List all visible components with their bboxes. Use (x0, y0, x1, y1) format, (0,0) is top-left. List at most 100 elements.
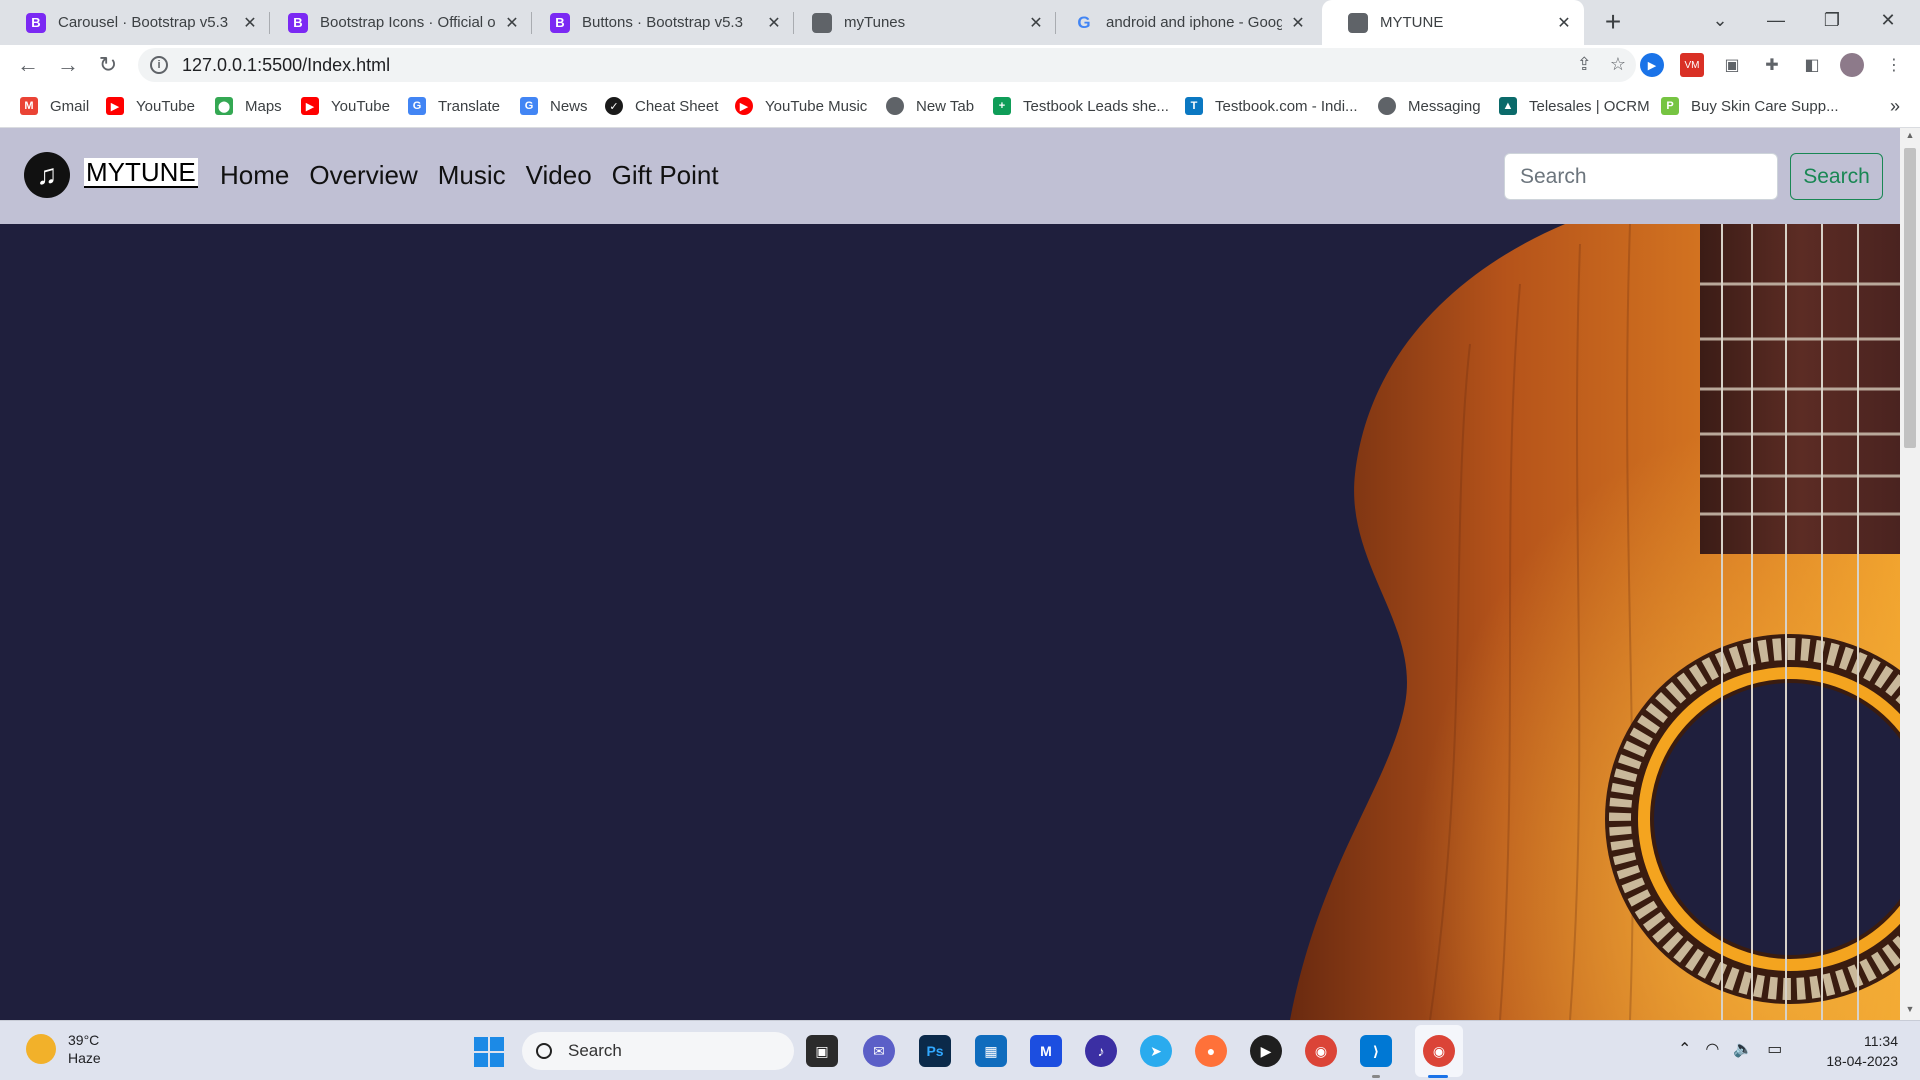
system-tray: ⌃ ◠ 🔈 ▭ (1678, 1039, 1782, 1059)
chrome-active-icon[interactable]: ◉ (1423, 1035, 1455, 1067)
media-player-icon[interactable]: ▶ (1250, 1035, 1282, 1067)
bookmark-messaging[interactable]: Messaging (1378, 85, 1481, 127)
tab-title: MYTUNE (1380, 14, 1444, 31)
bookmark-news[interactable]: G News (520, 85, 588, 127)
teams-chat-icon[interactable]: ✉ (863, 1035, 895, 1067)
volume-icon[interactable]: 🔈 (1733, 1039, 1753, 1059)
tab-title: Bootstrap Icons · Official op (320, 14, 496, 31)
share-icon[interactable]: ⇪ (1577, 54, 1592, 75)
tab-title: Carousel · Bootstrap v5.3 (58, 14, 229, 31)
windows-start-icon[interactable] (474, 1037, 504, 1067)
photoshop-icon[interactable]: Ps (919, 1035, 951, 1067)
editor-app-icon[interactable]: M (1030, 1035, 1062, 1067)
music-note-logo-icon[interactable]: ♫ (24, 152, 70, 198)
bookmark-cheat-sheet[interactable]: ✓ Cheat Sheet (605, 85, 718, 127)
close-icon[interactable]: ✕ (242, 15, 258, 32)
nav-video[interactable]: Video (526, 160, 592, 191)
tab-mytunes[interactable]: myTunes ✕ (786, 0, 1056, 45)
tab-buttons[interactable]: B Buttons · Bootstrap v5.3 ✕ (524, 0, 794, 45)
bookmark-maps[interactable]: ⬤ Maps (215, 85, 282, 127)
tab-carousel[interactable]: B Carousel · Bootstrap v5.3 ✕ (0, 0, 270, 45)
tab-bootstrap-icons[interactable]: B Bootstrap Icons · Official op ✕ (262, 0, 532, 45)
url-text[interactable]: 127.0.0.1:5500/Index.html (182, 55, 390, 76)
close-icon[interactable]: ✕ (504, 15, 520, 32)
clock-date: 18-04-2023 (1826, 1053, 1898, 1069)
tab-google-search[interactable]: G android and iphone - Goog ✕ (1048, 0, 1318, 45)
globe-icon (1378, 97, 1396, 115)
site-search-input[interactable] (1504, 153, 1778, 200)
reload-icon[interactable]: ↻ (92, 49, 124, 81)
hero-carousel (0, 224, 1900, 1020)
site-info-icon[interactable]: i (150, 56, 168, 74)
page-viewport: ♫ MYTUNE Home Overview Music Video Gift … (0, 128, 1920, 1020)
tab-mytune-active[interactable]: MYTUNE ✕ (1322, 0, 1584, 45)
nav-gift-point[interactable]: Gift Point (612, 160, 719, 191)
clock-time: 11:34 (1864, 1033, 1898, 1049)
bootstrap-icon: B (550, 12, 570, 33)
bookmark-skin-care[interactable]: P Buy Skin Care Supp... (1661, 85, 1839, 127)
weather-temp: 39°C (68, 1032, 100, 1048)
skincare-icon: P (1661, 97, 1679, 115)
telegram-icon[interactable]: ➤ (1140, 1035, 1172, 1067)
audio-app-icon[interactable]: ♪ (1085, 1035, 1117, 1067)
weather-condition: Haze (68, 1050, 101, 1066)
weather-widget[interactable]: 39°C Haze (26, 1031, 101, 1067)
wifi-icon[interactable]: ◠ (1705, 1039, 1719, 1059)
firefox-icon[interactable]: ● (1195, 1035, 1227, 1067)
brand-name[interactable]: MYTUNE (84, 158, 198, 188)
bookmark-gmail[interactable]: M Gmail (20, 85, 89, 127)
translate-icon: G (408, 97, 426, 115)
vm-extension-icon[interactable]: VM (1680, 53, 1704, 77)
bookmark-translate[interactable]: G Translate (408, 85, 500, 127)
nav-overview[interactable]: Overview (309, 160, 417, 191)
nav-links: Home Overview Music Video Gift Point (220, 160, 719, 191)
chrome-icon[interactable]: ◉ (1305, 1035, 1337, 1067)
site-navbar: ♫ MYTUNE Home Overview Music Video Gift … (0, 128, 1900, 224)
globe-icon (886, 97, 904, 115)
vscode-icon[interactable]: ⟩ (1360, 1035, 1392, 1067)
close-icon[interactable]: ✕ (1556, 15, 1572, 32)
close-icon[interactable]: ✕ (1028, 15, 1044, 32)
tab-search-icon[interactable]: ⌄ (1692, 0, 1748, 40)
bookmarks-overflow-icon[interactable]: » (1890, 96, 1900, 117)
microsoft-store-icon[interactable]: ▦ (975, 1035, 1007, 1067)
bookmarks-bar: M Gmail ▶ YouTube ⬤ Maps ▶ YouTube G Translat… (0, 85, 1920, 128)
nav-home[interactable]: Home (220, 160, 289, 191)
bookmark-youtube[interactable]: ▶ YouTube (106, 85, 195, 127)
side-panel-icon[interactable]: ◧ (1800, 53, 1824, 77)
site-search-button[interactable]: Search (1790, 153, 1883, 200)
task-view-icon[interactable]: ▣ (806, 1035, 838, 1067)
page-scrollbar[interactable]: ▲ ▼ (1900, 128, 1920, 1020)
new-tab-button[interactable]: + (1597, 6, 1629, 38)
bookmark-youtube-2[interactable]: ▶ YouTube (301, 85, 390, 127)
extensions-puzzle-icon[interactable]: ✚ (1760, 53, 1784, 77)
scroll-up-icon[interactable]: ▲ (1904, 130, 1916, 144)
nav-music[interactable]: Music (438, 160, 506, 191)
extension-icon[interactable]: ▶ (1640, 53, 1664, 77)
close-window-button[interactable]: ✕ (1860, 0, 1916, 40)
picture-in-picture-icon[interactable]: ▣ (1720, 53, 1744, 77)
bookmark-youtube-music[interactable]: ▶ YouTube Music (735, 85, 867, 127)
close-icon[interactable]: ✕ (766, 15, 782, 32)
minimize-button[interactable]: — (1748, 0, 1804, 40)
profile-avatar[interactable] (1840, 53, 1864, 77)
taskbar-clock[interactable]: 11:34 18-04-2023 (1826, 1031, 1898, 1071)
restore-button[interactable]: ❐ (1804, 0, 1860, 40)
bookmark-new-tab[interactable]: New Tab (886, 85, 974, 127)
browser-toolbar: ← → ↻ i 127.0.0.1:5500/Index.html ⇪ ☆ ▶ … (0, 45, 1920, 85)
scroll-down-icon[interactable]: ▼ (1904, 1004, 1916, 1018)
close-icon[interactable]: ✕ (1290, 15, 1306, 32)
ocrm-icon: ▲ (1499, 97, 1517, 115)
back-icon[interactable]: ← (12, 49, 44, 81)
bookmark-testbook-leads[interactable]: + Testbook Leads she... (993, 85, 1169, 127)
show-hidden-icons-icon[interactable]: ⌃ (1678, 1039, 1691, 1059)
scrollbar-thumb[interactable] (1904, 148, 1916, 448)
battery-icon[interactable]: ▭ (1767, 1039, 1782, 1059)
bookmark-telesales[interactable]: ▲ Telesales | OCRM (1499, 85, 1650, 127)
bookmark-testbook[interactable]: T Testbook.com - Indi... (1185, 85, 1358, 127)
kebab-menu-icon[interactable]: ⋮ (1882, 53, 1906, 77)
address-bar[interactable]: i 127.0.0.1:5500/Index.html ⇪ ☆ (138, 48, 1636, 82)
forward-icon[interactable]: → (52, 49, 84, 81)
bookmark-star-icon[interactable]: ☆ (1610, 54, 1626, 75)
taskbar-search-box[interactable]: Search (522, 1032, 794, 1070)
